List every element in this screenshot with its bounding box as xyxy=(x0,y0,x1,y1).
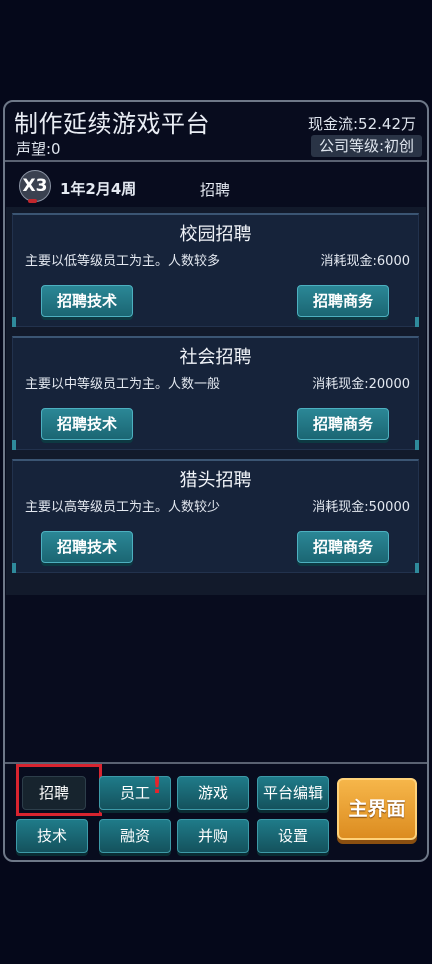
card-cost: 消耗现金:20000 xyxy=(312,377,410,392)
nav-game-button[interactable]: 游戏 xyxy=(177,776,249,810)
recruit-card-campus: 校园招聘 主要以低等级员工为主。人数较多 消耗现金:6000 招聘技术 招聘商务 xyxy=(12,213,419,327)
speed-indicator-mark xyxy=(28,199,37,203)
company-level-badge: 公司等级:初创 xyxy=(310,135,422,157)
nav-platform-edit-button[interactable]: 平台编辑 xyxy=(257,776,329,810)
recruit-card-headhunter: 猎头招聘 主要以高等级员工为主。人数较少 消耗现金:50000 招聘技术 招聘商… xyxy=(12,459,419,573)
speed-toggle-button[interactable]: X3 xyxy=(19,170,51,202)
recruit-business-button[interactable]: 招聘商务 xyxy=(297,285,389,317)
recruit-tech-button[interactable]: 招聘技术 xyxy=(41,408,133,440)
nav-merge-button[interactable]: 并购 xyxy=(177,819,249,853)
recruit-business-button[interactable]: 招聘商务 xyxy=(297,531,389,563)
active-tab-highlight xyxy=(16,764,102,816)
card-title: 校园招聘 xyxy=(179,224,252,245)
recruit-tech-button[interactable]: 招聘技术 xyxy=(41,531,133,563)
recruit-business-button[interactable]: 招聘商务 xyxy=(297,408,389,440)
card-title: 猎头招聘 xyxy=(179,470,252,491)
card-title: 社会招聘 xyxy=(179,347,252,368)
card-description: 主要以中等级员工为主。人数一般 xyxy=(25,377,221,392)
staff-alert-icon: ! xyxy=(152,774,163,799)
recruit-tech-button[interactable]: 招聘技术 xyxy=(41,285,133,317)
current-page-label: 招聘 xyxy=(200,181,231,199)
page-title: 制作延续游戏平台 xyxy=(14,110,210,138)
card-description: 主要以高等级员工为主。人数较少 xyxy=(25,500,221,515)
card-description: 主要以低等级员工为主。人数较多 xyxy=(25,254,221,269)
nav-finance-button[interactable]: 融资 xyxy=(99,819,171,853)
reputation-label: 声望:0 xyxy=(16,140,61,158)
recruit-card-social: 社会招聘 主要以中等级员工为主。人数一般 消耗现金:20000 招聘技术 招聘商… xyxy=(12,336,419,450)
header-divider xyxy=(5,160,427,162)
nav-settings-button[interactable]: 设置 xyxy=(257,819,329,853)
main-screen-button[interactable]: 主界面 xyxy=(337,778,417,840)
nav-tech-button[interactable]: 技术 xyxy=(16,819,88,853)
card-cost: 消耗现金:6000 xyxy=(320,254,410,269)
cash-flow-label: 现金流:52.42万 xyxy=(308,115,416,133)
card-cost: 消耗现金:50000 xyxy=(312,500,410,515)
game-date-label: 1年2月4周 xyxy=(60,180,137,198)
